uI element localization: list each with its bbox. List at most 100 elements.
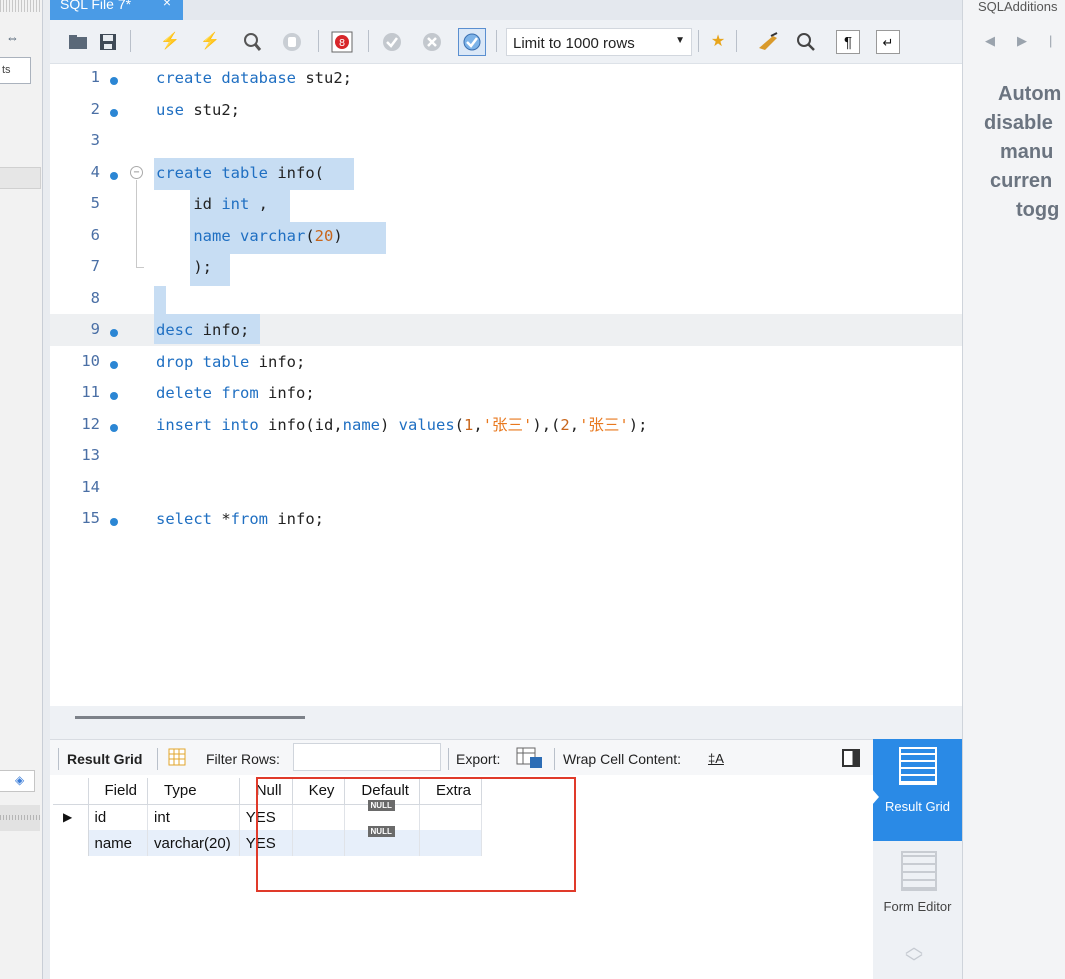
code-line[interactable]: select *from info; xyxy=(156,504,324,534)
result-toolbar: Result Grid Filter Rows: Export: Wrap Ce… xyxy=(50,739,873,775)
row-marker[interactable] xyxy=(53,830,89,856)
cell-extra[interactable] xyxy=(419,804,482,830)
rollback-icon[interactable] xyxy=(420,30,444,54)
divider: | xyxy=(1049,33,1053,48)
null-badge: NULL xyxy=(367,825,395,837)
scrollbar-thumb[interactable] xyxy=(75,716,305,719)
close-icon[interactable]: × xyxy=(163,0,171,9)
export-label: Export: xyxy=(456,751,501,767)
cell-field[interactable]: name xyxy=(88,830,149,856)
statement-marker-icon[interactable] xyxy=(110,171,118,180)
execute-current-icon[interactable]: ⚡ xyxy=(198,30,222,54)
wrap-cell-icon[interactable]: ‡A xyxy=(708,751,724,766)
toggle-side-panel-icon[interactable] xyxy=(842,749,860,767)
fold-toggle-icon[interactable]: − xyxy=(130,166,143,179)
code-line[interactable]: create table info( xyxy=(156,158,324,188)
beautify-icon[interactable] xyxy=(756,30,780,54)
code-line[interactable]: id int , xyxy=(156,189,268,219)
cell-null[interactable]: YES xyxy=(239,830,293,856)
nav-back-icon[interactable]: ◀ xyxy=(985,33,995,48)
limit-rows-select[interactable]: Limit to 1000 rows ▼ xyxy=(506,28,692,56)
statement-marker-icon[interactable] xyxy=(110,108,118,117)
navigator-search-field[interactable]: ts xyxy=(0,57,31,84)
row-marker[interactable]: ▶ xyxy=(53,804,89,830)
tab-title: SQL File 7* xyxy=(60,0,132,12)
column-header-extra[interactable]: Extra xyxy=(419,778,482,805)
statement-marker-icon[interactable] xyxy=(110,329,118,337)
form-icon xyxy=(901,851,937,891)
autocommit-icon[interactable] xyxy=(458,28,486,56)
find-icon[interactable] xyxy=(794,30,818,54)
export-icon[interactable] xyxy=(516,747,544,772)
statement-marker-icon[interactable] xyxy=(110,77,118,85)
svg-text:8: 8 xyxy=(339,38,345,49)
code-line[interactable]: ); xyxy=(156,252,212,282)
statement-marker-icon[interactable] xyxy=(110,518,118,526)
tab-sql-file[interactable]: SQL File 7* × xyxy=(50,0,183,20)
invisible-chars-icon[interactable]: ¶ xyxy=(836,30,860,54)
editor-horizontal-scrollbar[interactable] xyxy=(50,706,962,739)
result-grid-side-button[interactable]: Result Grid xyxy=(872,739,962,841)
sql-editor[interactable]: − 1 2 3 4 5 6 7 8 9 10 11 12 13 14 15 create database … xyxy=(50,64,962,706)
column-header-null[interactable]: Null xyxy=(239,778,293,805)
refresh-icon[interactable]: ⇔ xyxy=(6,30,19,45)
result-grid-side-label: Result Grid xyxy=(884,799,951,814)
navigator-tree-row[interactable]: ◈ xyxy=(0,770,35,792)
column-header-type[interactable]: Type xyxy=(147,778,240,805)
result-grid-label[interactable]: Result Grid xyxy=(67,751,142,767)
explain-icon[interactable] xyxy=(240,30,264,54)
grid-layout-icon[interactable] xyxy=(168,748,186,769)
table-row[interactable]: name varchar(20) YES NULL xyxy=(53,825,482,856)
nav-forward-icon[interactable]: ▶ xyxy=(1017,33,1027,48)
arrow-icon: ◈ xyxy=(15,773,25,787)
panel-message-line: Autom xyxy=(998,83,1062,105)
code-line[interactable]: use stu2; xyxy=(156,95,240,125)
stop-icon[interactable] xyxy=(280,30,304,54)
pane-grip[interactable] xyxy=(0,0,40,12)
statement-marker-icon[interactable] xyxy=(110,392,118,400)
pane-grip-bottom[interactable] xyxy=(0,805,40,831)
code-line[interactable]: name varchar(20) xyxy=(156,221,342,251)
code-line[interactable]: desc info; xyxy=(156,315,249,345)
table-row[interactable]: ▶ id int YES NULL xyxy=(53,799,482,830)
toggle-error-icon[interactable]: 8 xyxy=(330,30,354,54)
form-editor-side-button[interactable]: Form Editor xyxy=(873,849,962,939)
panel-message-line: togg xyxy=(1016,199,1060,221)
result-side-tabs: Result Grid Form Editor ︿ ﹀ xyxy=(872,739,962,979)
line-number: 13 xyxy=(81,446,100,464)
cell-default[interactable]: NULL xyxy=(344,825,420,856)
filter-rows-input[interactable] xyxy=(293,743,441,771)
panel-message-line: curren xyxy=(990,170,1053,192)
bookmark-icon[interactable]: ★ xyxy=(706,30,730,54)
limit-rows-value: Limit to 1000 rows xyxy=(513,35,635,52)
column-header-field[interactable]: Field xyxy=(88,778,149,805)
chevron-down-icon: ▼ xyxy=(675,35,685,46)
code-line[interactable]: delete from info; xyxy=(156,378,315,408)
commit-icon[interactable] xyxy=(380,30,404,54)
code-line[interactable]: insert into info(id,name) values(1,'张三')… xyxy=(156,410,647,440)
line-number: 4 xyxy=(90,162,100,181)
column-header-key[interactable]: Key xyxy=(292,778,346,805)
cell-key[interactable] xyxy=(292,830,346,856)
cell-null[interactable]: YES xyxy=(239,804,293,830)
cell-field[interactable]: id xyxy=(88,804,149,830)
cell-extra[interactable] xyxy=(419,830,482,856)
line-number: 7 xyxy=(90,257,100,275)
panel-nav: ◀ ▶ | xyxy=(985,33,1065,49)
result-grid[interactable]: Field Type Null Key Default Extra ▶ id int YES NU… xyxy=(50,775,873,979)
cell-type[interactable]: int xyxy=(147,804,240,830)
form-editor-side-label: Form Editor xyxy=(883,899,952,914)
code-line[interactable]: drop table info; xyxy=(156,347,305,377)
sql-additions-panel: SQLAdditions ◀ ▶ | Autom disable manu curren t… xyxy=(962,0,1065,979)
chevron-up-down-icon[interactable]: ︿ ﹀ xyxy=(905,938,923,972)
statement-marker-icon[interactable] xyxy=(110,360,118,369)
result-table: Field Type Null Key Default Extra ▶ id int YES NU… xyxy=(53,778,482,856)
cell-key[interactable] xyxy=(292,804,346,830)
execute-icon[interactable]: ⚡ xyxy=(158,30,182,54)
code-line[interactable]: create database stu2; xyxy=(156,63,352,93)
folder-open-icon[interactable] xyxy=(66,30,90,54)
save-icon[interactable] xyxy=(96,30,120,54)
statement-marker-icon[interactable] xyxy=(110,423,118,432)
wrap-lines-icon[interactable]: ↵ xyxy=(876,30,900,54)
cell-type[interactable]: varchar(20) xyxy=(147,830,240,856)
